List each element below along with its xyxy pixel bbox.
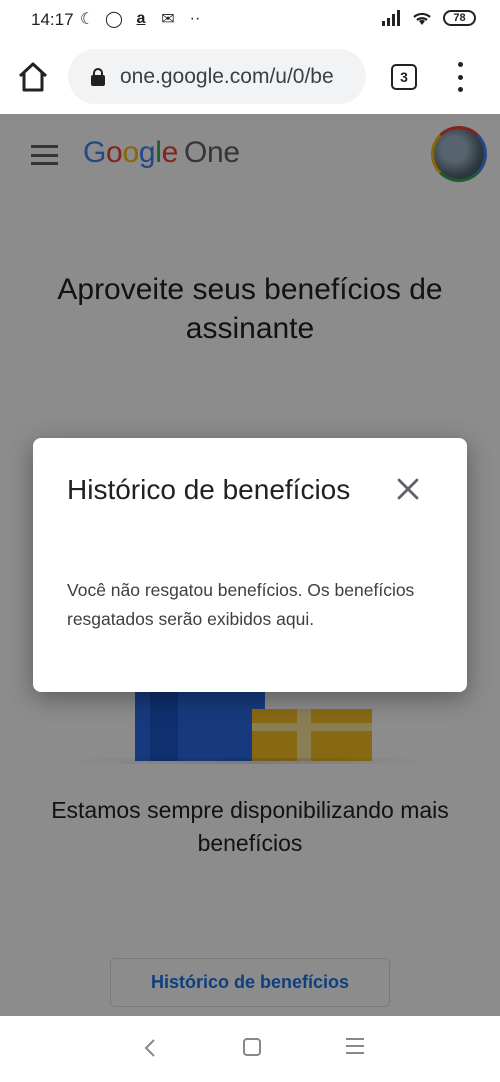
system-nav-bar bbox=[0, 1016, 500, 1082]
outlook-icon: ✉ bbox=[161, 11, 175, 28]
lock-icon bbox=[91, 67, 105, 86]
home-icon[interactable] bbox=[14, 58, 52, 96]
recents-icon[interactable] bbox=[346, 1038, 364, 1054]
tab-switcher-button[interactable]: 3 bbox=[391, 64, 417, 90]
status-time: 14:17 bbox=[31, 10, 74, 29]
benefits-history-dialog: Histórico de benefícios Você não resgato… bbox=[33, 438, 467, 692]
browser-menu-icon[interactable] bbox=[452, 62, 468, 92]
more-icon: ·· bbox=[189, 10, 201, 27]
amazon-icon: a bbox=[136, 10, 146, 27]
status-icons-left: ☾ ◯ a ✉ ·· bbox=[78, 9, 204, 29]
back-icon[interactable] bbox=[140, 1036, 160, 1060]
battery-icon: 78 bbox=[443, 10, 476, 26]
wifi-icon bbox=[413, 12, 431, 25]
status-bar: 14:17 ☾ ◯ a ✉ ·· 78 bbox=[0, 0, 500, 42]
home-square-icon[interactable] bbox=[243, 1038, 261, 1056]
address-bar[interactable]: one.google.com/u/0/be bbox=[68, 49, 366, 104]
browser-toolbar: one.google.com/u/0/be 3 bbox=[0, 42, 500, 114]
status-icons-right: 78 bbox=[381, 10, 476, 26]
url-text: one.google.com/u/0/be bbox=[120, 64, 334, 88]
dialog-title: Histórico de benefícios bbox=[67, 474, 351, 505]
moon-icon: ☾ bbox=[79, 11, 95, 28]
dialog-body: Você não resgatou benefícios. Os benefíc… bbox=[67, 580, 415, 629]
whatsapp-icon: ◯ bbox=[105, 11, 123, 28]
signal-icon bbox=[382, 10, 400, 26]
close-icon[interactable] bbox=[393, 474, 423, 504]
